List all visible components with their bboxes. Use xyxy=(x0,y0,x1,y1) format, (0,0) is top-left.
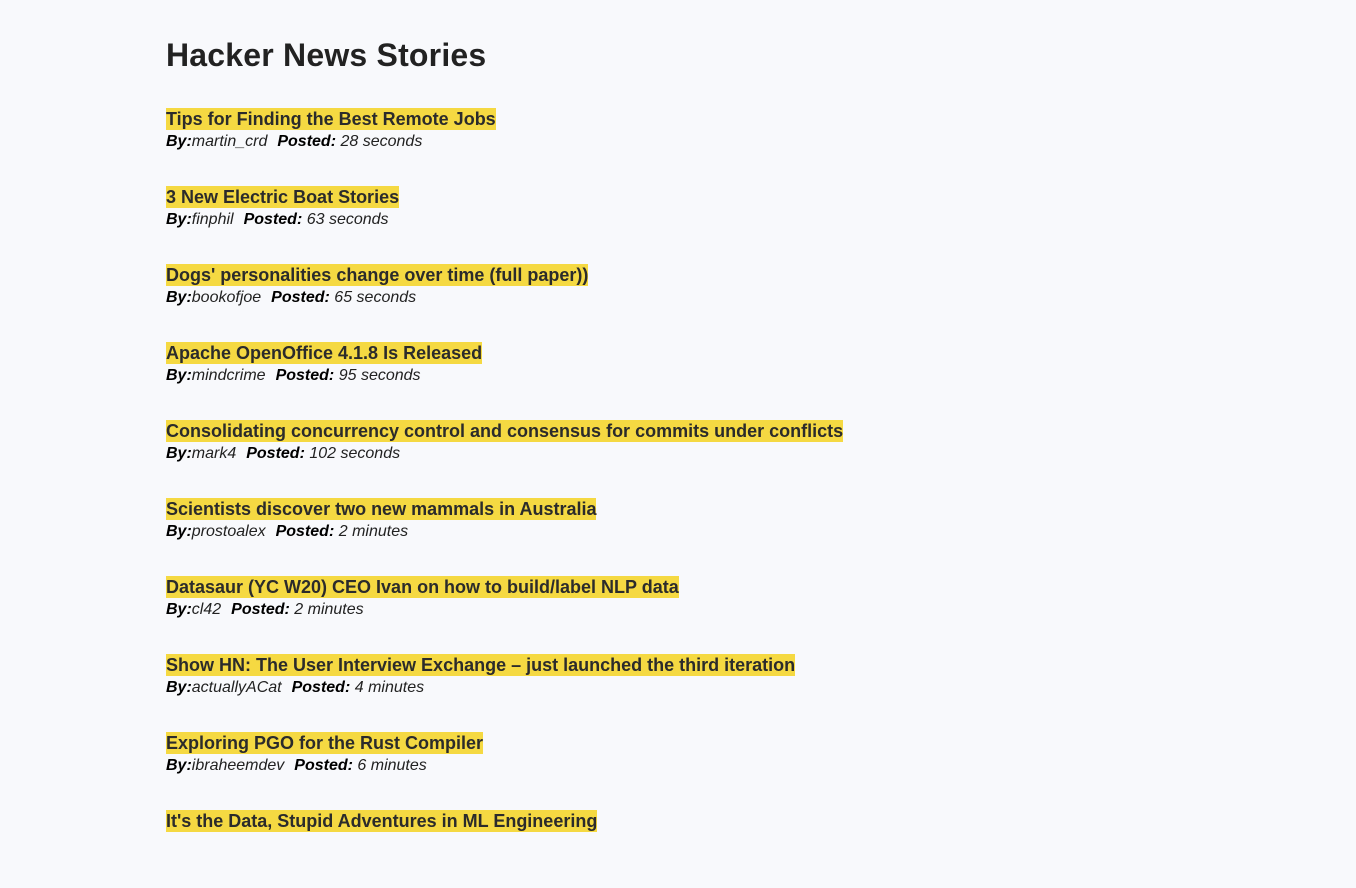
story-meta: By:actuallyACat Posted: 4 minutes xyxy=(166,676,843,700)
by-label: By: xyxy=(166,211,192,228)
story-meta: By:mark4 Posted: 102 seconds xyxy=(166,442,843,466)
story-posted-time: 6 minutes xyxy=(357,757,427,774)
story-author: cl42 xyxy=(191,601,222,618)
story-author: martin_crd xyxy=(191,133,268,150)
story-posted-time: 102 seconds xyxy=(309,445,401,462)
story-author: mindcrime xyxy=(191,367,266,384)
story-meta: By:mindcrime Posted: 95 seconds xyxy=(166,364,843,388)
posted-label: Posted: xyxy=(275,523,335,540)
by-label: By: xyxy=(166,757,192,774)
story-meta: By:finphil Posted: 63 seconds xyxy=(166,208,843,232)
by-label: By: xyxy=(166,133,192,150)
by-label: By: xyxy=(166,289,192,306)
by-label: By: xyxy=(166,523,192,540)
story-list: Tips for Finding the Best Remote Jobs By:… xyxy=(166,108,844,888)
story-item: Show HN: The User Interview Exchange – j… xyxy=(166,654,843,732)
page-title: Hacker News Stories xyxy=(166,37,487,73)
story-meta: By:martin_crd Posted: 28 seconds xyxy=(166,130,843,154)
story-author: prostoalex xyxy=(191,523,266,540)
story-title-link[interactable]: It's the Data, Stupid Adventures in ML E… xyxy=(166,810,598,832)
story-title-link[interactable]: Exploring PGO for the Rust Compiler xyxy=(166,732,484,754)
story-posted-time: 65 seconds xyxy=(334,289,417,306)
story-posted-time: 4 minutes xyxy=(354,679,425,696)
story-meta: By:ibraheemdev Posted: 6 minutes xyxy=(166,754,843,778)
story-meta: By:cl42 Posted: 2 minutes xyxy=(166,598,843,622)
posted-label: Posted: xyxy=(231,601,290,618)
story-title-link[interactable]: Dogs' personalities change over time (fu… xyxy=(166,264,589,286)
story-title-link[interactable]: Show HN: The User Interview Exchange – j… xyxy=(166,654,796,676)
story-meta: By:prostoalex Posted: 2 minutes xyxy=(166,520,843,544)
story-posted-time: 2 minutes xyxy=(294,601,364,618)
by-label: By: xyxy=(166,601,192,618)
story-author: ibraheemdev xyxy=(191,757,285,774)
story-author: finphil xyxy=(191,211,234,228)
story-item: Exploring PGO for the Rust Compiler By:ib… xyxy=(166,732,843,810)
story-title-link[interactable]: Datasaur (YC W20) CEO Ivan on how to bui… xyxy=(166,576,679,598)
story-author: bookofjoe xyxy=(191,289,262,306)
posted-label: Posted: xyxy=(243,211,303,228)
story-item: Apache OpenOffice 4.1.8 Is Released By:mi… xyxy=(166,342,843,420)
posted-label: Posted: xyxy=(275,367,335,384)
story-item: 3 New Electric Boat Stories By:finphil Pos… xyxy=(166,186,843,264)
story-item: Dogs' personalities change over time (fu… xyxy=(166,264,843,342)
story-title-link[interactable]: Apache OpenOffice 4.1.8 Is Released xyxy=(166,342,483,364)
story-posted-time: 63 seconds xyxy=(306,211,389,228)
story-item: It's the Data, Stupid Adventures in ML E… xyxy=(166,810,843,888)
story-title-link[interactable]: 3 New Electric Boat Stories xyxy=(166,186,400,208)
posted-label: Posted: xyxy=(271,289,330,306)
story-posted-time: 95 seconds xyxy=(338,367,421,384)
story-title-link[interactable]: Consolidating concurrency control and co… xyxy=(166,420,844,442)
by-label: By: xyxy=(166,679,192,696)
by-label: By: xyxy=(166,367,192,384)
posted-label: Posted: xyxy=(277,133,337,150)
posted-label: Posted: xyxy=(294,757,353,774)
story-item: Consolidating concurrency control and co… xyxy=(166,420,844,498)
by-label: By: xyxy=(166,445,192,462)
posted-label: Posted: xyxy=(291,679,351,696)
story-posted-time: 28 seconds xyxy=(340,133,423,150)
story-title-link[interactable]: Tips for Finding the Best Remote Jobs xyxy=(166,108,496,130)
story-posted-time: 2 minutes xyxy=(338,523,409,540)
story-item: Tips for Finding the Best Remote Jobs By:… xyxy=(166,108,843,186)
story-item: Datasaur (YC W20) CEO Ivan on how to bui… xyxy=(166,576,843,654)
story-title-link[interactable]: Scientists discover two new mammals in A… xyxy=(166,498,597,520)
story-meta: By:bookofjoe Posted: 65 seconds xyxy=(166,286,843,310)
story-author: actuallyACat xyxy=(191,679,282,696)
posted-label: Posted: xyxy=(246,445,305,462)
story-author: mark4 xyxy=(191,445,237,462)
story-item: Scientists discover two new mammals in A… xyxy=(166,498,843,576)
